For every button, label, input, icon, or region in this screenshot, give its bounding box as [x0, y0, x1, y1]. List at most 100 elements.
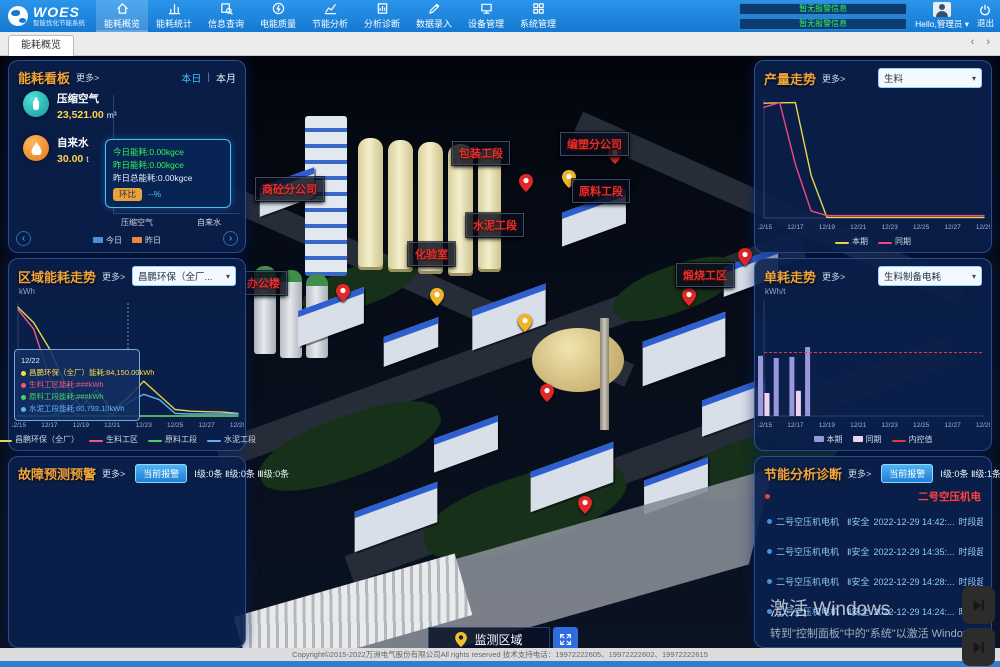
tab-scroll-left-icon[interactable]: ‹ — [971, 36, 975, 48]
metric-tap-water: 自来水 30.00t — [23, 135, 89, 165]
panel-title: 产量走势 — [764, 69, 816, 88]
tab-energy-overview[interactable]: 能耗概览 — [8, 35, 74, 56]
map-label-biansu-branch[interactable]: 编塑分公司 — [560, 132, 629, 156]
more-link[interactable]: 更多> — [822, 72, 845, 85]
alarm-level: Ⅱ安全 — [847, 575, 869, 588]
alarm-device: 二号空压机电机 — [776, 515, 839, 528]
current-alarm-button[interactable]: 当前报警 — [881, 464, 933, 483]
toggle-month[interactable]: 本月 — [216, 70, 236, 85]
alarm-device: 二号空压机电机 — [776, 575, 839, 588]
toggle-separator: | — [207, 72, 210, 83]
user-menu[interactable]: Hello,管理员 ▾ — [915, 2, 969, 30]
bullet-dot — [767, 609, 772, 614]
panel-energy-kanban: 能耗看板 更多> 本日 | 本月 压缩空气 23,521.00m³ 自来水 — [8, 60, 246, 253]
legend-swatch — [89, 440, 103, 442]
region-select-value: 昌鹏环保（全厂... — [138, 269, 212, 283]
toggle-today[interactable]: 本日 — [181, 70, 201, 85]
alarm-level: Ⅱ安全 — [847, 515, 869, 528]
alarm-banner-top[interactable]: 暂无报警信息 — [739, 3, 907, 15]
nav-item-energy-analysis[interactable]: 节能分析 — [304, 0, 356, 32]
map-pin-icon[interactable] — [682, 288, 696, 306]
tab-scroll-right-icon[interactable]: › — [986, 36, 990, 48]
marquee-text: 二号空压机电 — [918, 489, 981, 504]
legend-swatch — [878, 242, 892, 244]
unit-select-value: 生料制备电耗 — [884, 269, 941, 283]
svg-text:12/27: 12/27 — [944, 422, 961, 429]
map-pin-icon[interactable] — [578, 496, 592, 514]
nav-item-data-entry[interactable]: 数据录入 — [408, 0, 460, 32]
tooltip-yesterday-total: 昨日总能耗:0.00kgce — [113, 172, 223, 185]
overlay-media-button-bottom[interactable] — [962, 628, 995, 666]
alarm-list-item[interactable]: 二号空压机电机 Ⅱ安全 2022-12-29 14:24:... 时段超限-关.… — [767, 605, 983, 618]
kanban-prev-button[interactable]: ‹ — [16, 231, 31, 246]
skip-next-icon — [971, 640, 986, 655]
alarm-list-item[interactable]: 二号空压机电机 Ⅱ安全 2022-12-29 14:35:... 时段超限-关.… — [767, 545, 983, 558]
kanban-tooltip: 今日能耗:0.00kgce 昨日能耗:0.00kgce 昨日总能耗:0.00kg… — [105, 139, 231, 208]
nav-item-device-management[interactable]: 设备管理 — [460, 0, 512, 32]
map-label-calcination-area[interactable]: 煅烧工区 — [676, 263, 734, 287]
map-pin-icon[interactable] — [738, 248, 752, 266]
chimney — [600, 318, 609, 430]
legend-swatch — [207, 440, 221, 442]
map-label-cement-section[interactable]: 水泥工段 — [466, 213, 524, 237]
more-link[interactable]: 更多> — [102, 270, 125, 283]
clipboard-chart-icon — [376, 2, 389, 15]
map-label-shangtong-branch[interactable]: 商砼分公司 — [255, 177, 324, 201]
nav-item-energy-stats[interactable]: 能耗统计 — [148, 0, 200, 32]
app-title: WOES — [33, 5, 85, 19]
svg-text:12/23: 12/23 — [136, 422, 153, 429]
silo — [478, 148, 501, 272]
map-label-laboratory[interactable]: 化验室 — [408, 242, 455, 266]
map-pin-icon[interactable] — [518, 314, 532, 332]
svg-text:12/23: 12/23 — [882, 224, 899, 231]
more-link[interactable]: 更多> — [848, 467, 871, 480]
legend-label: 原料工段 — [165, 435, 197, 444]
overlay-media-button-top[interactable] — [962, 586, 995, 624]
region-select[interactable]: 昌鹏环保（全厂...▾ — [132, 266, 236, 286]
map-pin-icon[interactable] — [540, 384, 554, 402]
marquee-dot — [765, 494, 770, 499]
nav-item-power-quality[interactable]: 电能质量 — [252, 0, 304, 32]
more-link[interactable]: 更多> — [76, 71, 99, 84]
unit-select[interactable]: 生料制备电耗▾ — [878, 266, 982, 286]
kanban-chart-x-axis — [113, 213, 239, 214]
map-label-raw-material-section[interactable]: 原料工段 — [572, 179, 630, 203]
panel-energy-diagnosis: 节能分析诊断 更多> 当前报警 Ⅰ级:0条 Ⅱ级:1条 Ⅲ级:0条 二号空压机电… — [754, 456, 992, 648]
more-link[interactable]: 更多> — [822, 270, 845, 283]
svg-text:12/29: 12/29 — [230, 422, 244, 429]
map-pin-icon[interactable] — [430, 288, 444, 306]
logout-button[interactable]: 退出 — [977, 4, 994, 29]
current-alarm-button[interactable]: 当前报警 — [135, 464, 187, 483]
tooltip-date: 12/22 — [21, 355, 133, 367]
alarm-list-item[interactable]: 二号空压机电机 Ⅱ安全 2022-12-29 14:42:... 时段超限-关.… — [767, 515, 983, 528]
alarm-time: 2022-12-29 14:24:... — [873, 607, 954, 617]
metric-value: 23,521.00 — [57, 109, 104, 121]
svg-text:12/19: 12/19 — [819, 224, 836, 231]
map-pin-icon[interactable] — [519, 174, 533, 192]
water-droplet-icon — [23, 135, 49, 161]
nav-item-analysis-diagnosis[interactable]: 分析诊断 — [356, 0, 408, 32]
series-dot — [21, 407, 26, 412]
fullscreen-icon — [559, 633, 572, 646]
building — [643, 312, 726, 387]
app-subtitle: 智能优化节能系统 — [33, 21, 85, 28]
series-dot — [21, 395, 26, 400]
alarm-banner-bottom[interactable]: 暂无报警信息 — [739, 18, 907, 30]
more-link[interactable]: 更多> — [102, 467, 125, 480]
series-dot — [21, 371, 26, 376]
kanban-axis-label: 压缩空气 — [121, 217, 153, 228]
kanban-next-button[interactable]: › — [223, 231, 238, 246]
tooltip-row: 生料工区能耗:###kWh — [29, 379, 104, 391]
nav-item-info-query[interactable]: 信息查询 — [200, 0, 252, 32]
metric-unit: m³ — [107, 110, 117, 120]
nav-item-energy-overview[interactable]: 能耗概览 — [96, 0, 148, 32]
production-select[interactable]: 生料▾ — [878, 68, 982, 88]
nav-item-system-management[interactable]: 系统管理 — [512, 0, 564, 32]
power-icon — [979, 4, 991, 16]
map-label-office-building[interactable]: 办公楼 — [240, 271, 287, 295]
tooltip-row: 昌鹏环保（全厂）能耗:84,150.00kWh — [29, 367, 154, 379]
map-label-packaging-section[interactable]: 包装工段 — [452, 141, 510, 165]
series-dot — [21, 383, 26, 388]
map-pin-icon[interactable] — [336, 284, 350, 302]
alarm-list-item[interactable]: 二号空压机电机 Ⅱ安全 2022-12-29 14:28:... 时段超限-关.… — [767, 575, 983, 588]
